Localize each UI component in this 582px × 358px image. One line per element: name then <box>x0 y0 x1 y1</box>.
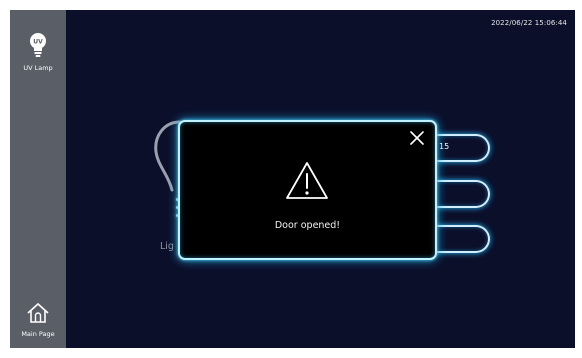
light-label-partial: Lig <box>160 241 174 252</box>
sidebar: UV UV Lamp Main Page <box>10 10 66 348</box>
hmi-screen: UV UV Lamp Main Page 2022/06/22 15:06:44… <box>10 10 575 348</box>
svg-text:UV: UV <box>33 39 43 46</box>
uv-lamp-label: UV Lamp <box>23 64 53 72</box>
uv-lamp-button[interactable]: UV UV Lamp <box>10 32 66 72</box>
alert-message: Door opened! <box>274 220 341 231</box>
value-field-1-text: 15 <box>439 142 450 151</box>
close-icon[interactable] <box>409 130 425 146</box>
datetime-display: 2022/06/22 15:06:44 <box>491 19 567 27</box>
value-field-2[interactable] <box>433 180 490 208</box>
main-page-label: Main Page <box>21 330 55 338</box>
value-field-1[interactable]: 15 <box>433 134 490 162</box>
value-field-3[interactable] <box>433 225 490 253</box>
home-icon <box>26 302 50 328</box>
main-page-button[interactable]: Main Page <box>10 302 66 338</box>
alert-dialog: Door opened! <box>178 120 437 260</box>
uv-lamp-icon: UV <box>27 33 49 62</box>
warning-icon <box>284 160 330 206</box>
